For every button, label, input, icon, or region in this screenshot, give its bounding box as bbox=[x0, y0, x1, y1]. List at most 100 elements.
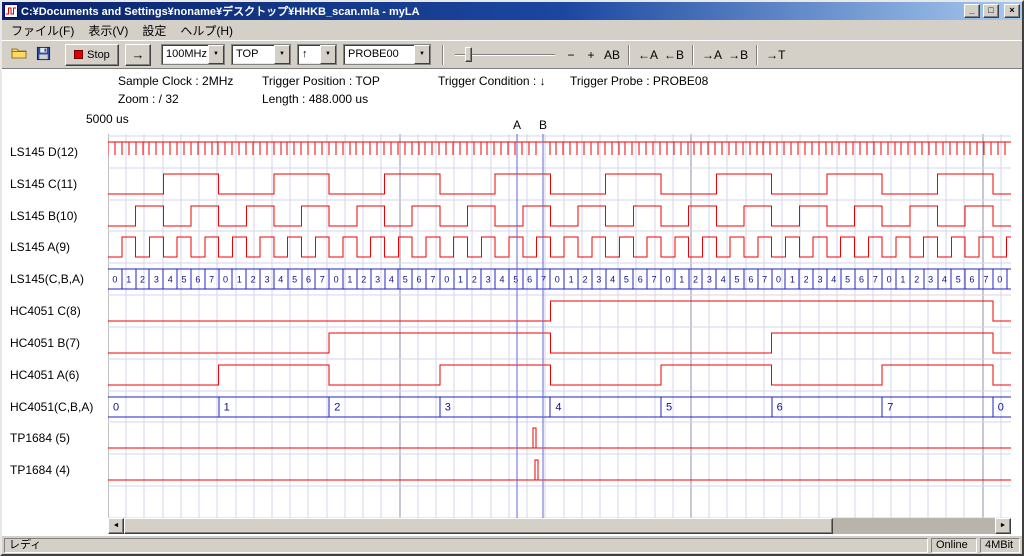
stop-icon bbox=[74, 50, 83, 59]
goto-cursor-b-button[interactable]: ←B bbox=[661, 45, 687, 65]
svg-text:3: 3 bbox=[264, 275, 269, 285]
svg-text:6: 6 bbox=[859, 275, 864, 285]
trigger-probe-value: PROBE00 bbox=[344, 45, 414, 64]
set-cursor-a-button[interactable]: →A bbox=[699, 45, 725, 65]
svg-text:2: 2 bbox=[361, 275, 366, 285]
svg-text:4: 4 bbox=[500, 275, 505, 285]
svg-text:0: 0 bbox=[665, 275, 670, 285]
cursor-a-handle[interactable]: A bbox=[510, 118, 524, 132]
trigger-edge-combo[interactable]: ↑ ▼ bbox=[297, 44, 337, 65]
time-scale-label: 5000 us bbox=[86, 112, 129, 126]
menu-settings[interactable]: 設定 bbox=[135, 19, 173, 42]
scroll-right-icon[interactable]: ► bbox=[995, 518, 1011, 534]
svg-text:0: 0 bbox=[113, 402, 119, 414]
open-folder-icon bbox=[11, 45, 27, 64]
chevron-down-icon[interactable]: ▼ bbox=[208, 45, 224, 64]
svg-text:4: 4 bbox=[942, 275, 947, 285]
svg-text:3: 3 bbox=[817, 275, 822, 285]
cursor-b-handle[interactable]: B bbox=[536, 118, 550, 132]
toolbar-separator bbox=[756, 45, 758, 65]
channel-label-0: LS145 D(12) bbox=[10, 144, 106, 160]
scrollbar-thumb[interactable] bbox=[124, 518, 833, 534]
svg-text:0: 0 bbox=[998, 402, 1004, 414]
channel-label-4: LS145(C,B,A) bbox=[10, 271, 106, 287]
svg-text:6: 6 bbox=[638, 275, 643, 285]
stop-button[interactable]: Stop bbox=[65, 44, 119, 66]
svg-text:7: 7 bbox=[209, 275, 214, 285]
svg-text:4: 4 bbox=[555, 402, 561, 414]
set-cursor-b-button[interactable]: →B bbox=[725, 45, 751, 65]
stop-label: Stop bbox=[87, 49, 110, 61]
svg-text:0: 0 bbox=[887, 275, 892, 285]
waveform-plot[interactable]: 0123456701234567012345670123456701234567… bbox=[108, 134, 1011, 518]
status-ready: レディ bbox=[4, 538, 928, 553]
menu-help[interactable]: ヘルプ(H) bbox=[173, 19, 240, 42]
sample-clock-info: Sample Clock : 2MHz bbox=[118, 74, 233, 88]
run-button[interactable]: → bbox=[125, 44, 151, 66]
svg-text:1: 1 bbox=[569, 275, 574, 285]
sample-clock-combo[interactable]: 100MHz ▼ bbox=[161, 44, 225, 65]
svg-text:5: 5 bbox=[735, 275, 740, 285]
scrollbar-track[interactable] bbox=[124, 518, 995, 534]
floppy-disk-icon bbox=[36, 46, 51, 64]
svg-text:4: 4 bbox=[168, 275, 173, 285]
chevron-down-icon[interactable]: ▼ bbox=[274, 45, 290, 64]
zoom-in-button[interactable]: + bbox=[581, 45, 601, 65]
trigger-condition-info: Trigger Condition : ↓ bbox=[438, 74, 546, 88]
svg-text:5: 5 bbox=[403, 275, 408, 285]
minimize-button[interactable]: _ bbox=[964, 4, 980, 18]
svg-text:3: 3 bbox=[596, 275, 601, 285]
svg-text:3: 3 bbox=[486, 275, 491, 285]
goto-cursor-a-button[interactable]: ←A bbox=[635, 45, 661, 65]
close-button[interactable]: × bbox=[1004, 4, 1020, 18]
svg-text:5: 5 bbox=[624, 275, 629, 285]
maximize-button[interactable]: □ bbox=[983, 4, 999, 18]
scroll-left-icon[interactable]: ◄ bbox=[108, 518, 124, 534]
svg-text:0: 0 bbox=[555, 275, 560, 285]
channel-label-3: LS145 A(9) bbox=[10, 239, 106, 255]
svg-text:1: 1 bbox=[224, 402, 230, 414]
trigger-position-value: TOP bbox=[232, 45, 274, 64]
svg-text:0: 0 bbox=[223, 275, 228, 285]
horizontal-scrollbar[interactable]: ◄ ► bbox=[108, 518, 1011, 534]
toolbar-separator bbox=[628, 45, 630, 65]
channel-label-5: HC4051 C(8) bbox=[10, 303, 106, 319]
svg-text:4: 4 bbox=[610, 275, 615, 285]
menu-view[interactable]: 表示(V) bbox=[81, 19, 135, 42]
trigger-probe-combo[interactable]: PROBE00 ▼ bbox=[343, 44, 431, 65]
svg-text:1: 1 bbox=[900, 275, 905, 285]
menu-file[interactable]: ファイル(F) bbox=[4, 19, 81, 42]
trigger-probe-info: Trigger Probe : PROBE08 bbox=[570, 74, 708, 88]
svg-text:3: 3 bbox=[445, 402, 451, 414]
zoom-slider[interactable] bbox=[453, 45, 557, 65]
sample-clock-value: 100MHz bbox=[162, 45, 208, 64]
svg-text:5: 5 bbox=[845, 275, 850, 285]
channel-label-8: HC4051(C,B,A) bbox=[10, 399, 106, 415]
svg-text:2: 2 bbox=[804, 275, 809, 285]
channel-label-6: HC4051 B(7) bbox=[10, 335, 106, 351]
chevron-down-icon[interactable]: ▼ bbox=[414, 45, 430, 64]
save-button[interactable] bbox=[31, 44, 55, 66]
svg-text:3: 3 bbox=[707, 275, 712, 285]
svg-text:4: 4 bbox=[389, 275, 394, 285]
zoom-out-button[interactable]: − bbox=[561, 45, 581, 65]
svg-text:0: 0 bbox=[334, 275, 339, 285]
open-button[interactable] bbox=[7, 44, 31, 66]
ab-range-button[interactable]: AB bbox=[601, 45, 623, 65]
svg-text:6: 6 bbox=[748, 275, 753, 285]
svg-text:7: 7 bbox=[762, 275, 767, 285]
svg-text:7: 7 bbox=[430, 275, 435, 285]
svg-text:0: 0 bbox=[997, 275, 1002, 285]
svg-text:4: 4 bbox=[278, 275, 283, 285]
zoom-slider-thumb[interactable] bbox=[465, 47, 472, 62]
svg-text:0: 0 bbox=[112, 275, 117, 285]
svg-text:2: 2 bbox=[472, 275, 477, 285]
chevron-down-icon[interactable]: ▼ bbox=[320, 45, 336, 64]
zoom-info: Zoom : / 32 bbox=[118, 92, 179, 106]
trigger-position-combo[interactable]: TOP ▼ bbox=[231, 44, 291, 65]
status-online: Online bbox=[931, 538, 977, 553]
goto-trigger-button[interactable]: →T bbox=[763, 45, 788, 65]
trigger-edge-value: ↑ bbox=[298, 45, 320, 64]
svg-text:0: 0 bbox=[776, 275, 781, 285]
toolbar-separator bbox=[442, 45, 444, 65]
